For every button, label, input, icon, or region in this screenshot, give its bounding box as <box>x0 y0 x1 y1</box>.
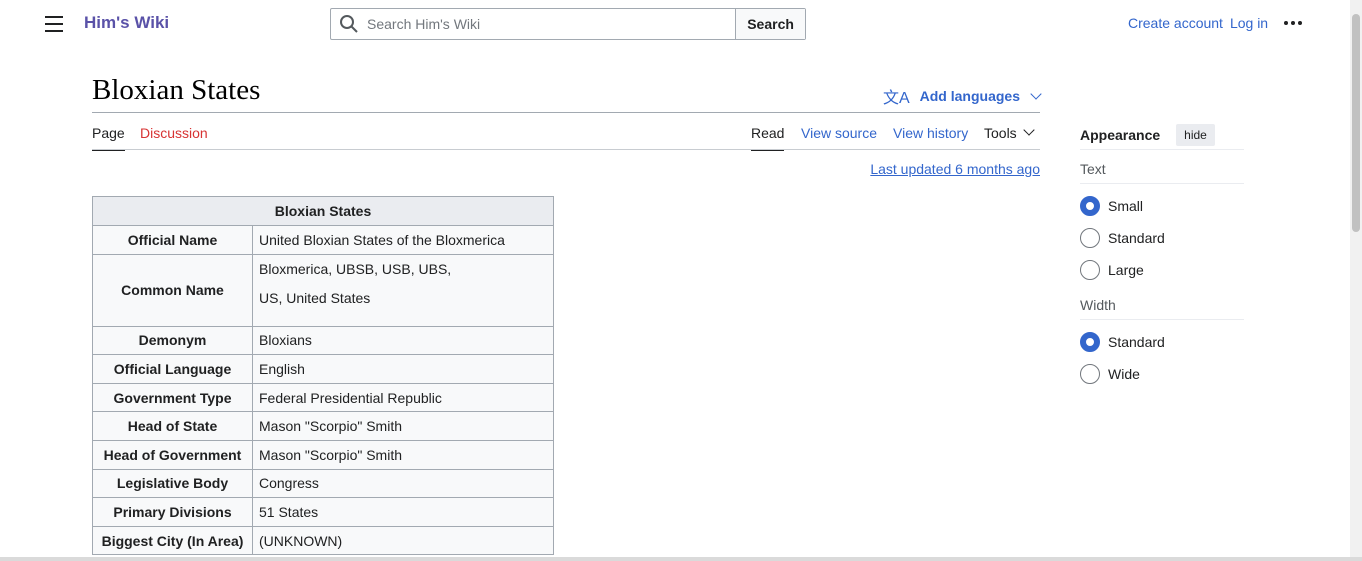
option-label: Small <box>1108 198 1144 214</box>
last-updated-link[interactable]: Last updated 6 months ago <box>870 161 1040 177</box>
text-size-label: Text <box>1080 154 1244 184</box>
tools-menu[interactable]: Tools <box>984 124 1035 147</box>
infobox-row: Government Type Federal Presidential Rep… <box>92 382 554 413</box>
option-label: Wide <box>1108 366 1140 382</box>
infobox-label: Head of State <box>92 411 253 441</box>
infobox-row: Head of Government Mason "Scorpio" Smith <box>92 439 554 470</box>
search-box: Search <box>330 8 806 40</box>
infobox-row: Legislative Body Congress <box>92 468 554 499</box>
more-options-button[interactable] <box>1284 21 1303 25</box>
option-label: Standard <box>1108 230 1165 246</box>
hamburger-icon-line <box>45 23 63 25</box>
infobox-value: Bloxians <box>252 325 554 356</box>
infobox-value-line: US, United States <box>259 289 371 306</box>
infobox-value: (UNKNOWN) <box>252 525 554 556</box>
width-wide-option[interactable]: Wide <box>1080 358 1244 390</box>
infobox-label: Legislative Body <box>92 468 253 499</box>
search-field <box>331 9 736 39</box>
tab-read[interactable]: Read <box>751 125 785 151</box>
option-label: Large <box>1108 262 1144 278</box>
scrollbar-thumb[interactable] <box>1352 14 1360 232</box>
hamburger-icon-line <box>45 30 63 32</box>
text-size-options: Small Standard Large <box>1080 190 1244 286</box>
text-size-small-option[interactable]: Small <box>1080 190 1244 222</box>
radio-icon[interactable] <box>1080 228 1100 248</box>
infobox-label: Official Name <box>92 225 253 255</box>
infobox-label: Head of Government <box>92 439 253 470</box>
radio-checked-icon[interactable] <box>1080 332 1100 352</box>
page-title: Bloxian States <box>92 74 261 106</box>
search-button[interactable]: Search <box>735 9 805 39</box>
infobox-row: Primary Divisions 51 States <box>92 497 554 527</box>
tab-view-history[interactable]: View history <box>893 125 968 147</box>
infobox-row: Common Name Bloxmerica, UBSB, USB, UBS, … <box>92 253 554 327</box>
radio-icon[interactable] <box>1080 364 1100 384</box>
radio-checked-icon[interactable] <box>1080 196 1100 216</box>
infobox-value: 51 States <box>252 497 554 527</box>
width-standard-option[interactable]: Standard <box>1080 326 1244 358</box>
add-languages-label: Add languages <box>919 88 1020 104</box>
horizontal-scrollbar[interactable] <box>0 557 1362 561</box>
infobox: Bloxian States Official Name United Blox… <box>92 196 554 556</box>
tools-label: Tools <box>984 125 1017 141</box>
chevron-down-icon <box>1023 124 1035 136</box>
tab-view-source[interactable]: View source <box>801 125 877 147</box>
main-menu-button[interactable] <box>42 13 66 35</box>
wiki-logo[interactable]: Him's Wiki <box>84 13 169 33</box>
infobox-label: Common Name <box>92 253 253 327</box>
infobox-label: Demonym <box>92 325 253 356</box>
infobox-value: Mason "Scorpio" Smith <box>252 439 554 470</box>
infobox-label: Government Type <box>92 382 253 413</box>
appearance-header: Appearance hide <box>1080 120 1244 150</box>
vertical-scrollbar[interactable] <box>1350 0 1362 561</box>
tab-page[interactable]: Page <box>92 125 125 151</box>
ellipsis-icon <box>1284 21 1289 25</box>
hide-appearance-button[interactable]: hide <box>1176 123 1215 146</box>
hamburger-icon <box>45 16 63 18</box>
infobox-row: Biggest City (In Area) (UNKNOWN) <box>92 525 554 556</box>
title-divider <box>92 112 1040 113</box>
radio-icon[interactable] <box>1080 260 1100 280</box>
infobox-value: English <box>252 354 554 384</box>
infobox-value: Bloxmerica, UBSB, USB, UBS, US, United S… <box>252 253 554 327</box>
infobox-row: Official Name United Bloxian States of t… <box>92 225 554 255</box>
infobox-row: Demonym Bloxians <box>92 325 554 356</box>
infobox-value: Congress <box>252 468 554 499</box>
user-links: Create account Log in <box>1128 15 1303 31</box>
text-size-standard-option[interactable]: Standard <box>1080 222 1244 254</box>
log-in-link[interactable]: Log in <box>1230 15 1268 31</box>
infobox-value: Mason "Scorpio" Smith <box>252 411 554 441</box>
infobox-value: United Bloxian States of the Bloxmerica <box>252 225 554 255</box>
infobox-row: Head of State Mason "Scorpio" Smith <box>92 411 554 441</box>
infobox-label: Biggest City (In Area) <box>92 525 253 556</box>
appearance-title: Appearance <box>1080 126 1161 143</box>
search-input[interactable] <box>331 9 736 39</box>
appearance-panel: Appearance hide Text Small Standard Larg… <box>1080 120 1244 390</box>
create-account-link[interactable]: Create account <box>1128 15 1223 31</box>
add-languages-button[interactable]: 文A Add languages <box>882 84 1042 108</box>
chevron-down-icon <box>1030 88 1042 100</box>
infobox-value-line: Bloxmerica, UBSB, USB, UBS, <box>259 260 452 277</box>
width-label: Width <box>1080 290 1244 320</box>
option-label: Standard <box>1108 334 1165 350</box>
infobox-row: Official Language English <box>92 354 554 384</box>
width-options: Standard Wide <box>1080 326 1244 390</box>
tabs-divider <box>92 149 1040 150</box>
infobox-value: Federal Presidential Republic <box>252 382 554 413</box>
text-size-large-option[interactable]: Large <box>1080 254 1244 286</box>
infobox-label: Official Language <box>92 354 253 384</box>
infobox-label: Primary Divisions <box>92 497 253 527</box>
ellipsis-dot <box>1298 21 1303 25</box>
tab-discussion[interactable]: Discussion <box>140 125 208 147</box>
ellipsis-dot <box>1291 21 1296 25</box>
infobox-caption: Bloxian States <box>92 196 554 226</box>
translate-icon: 文A <box>882 90 910 107</box>
